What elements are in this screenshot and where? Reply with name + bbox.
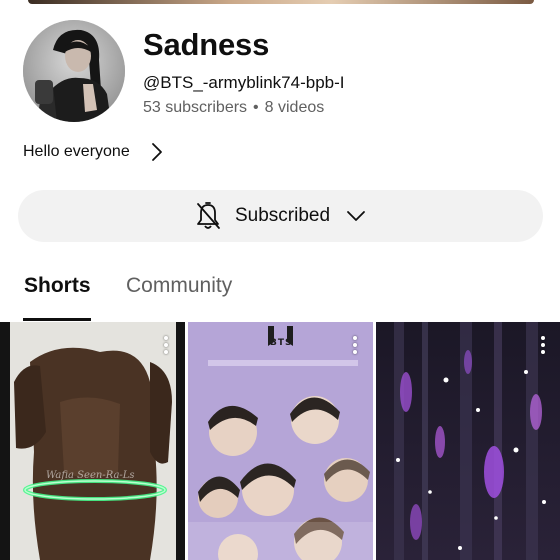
short-1-more-icon[interactable] (163, 336, 169, 354)
short-2-image (188, 322, 373, 560)
video-count: 8 videos (264, 99, 325, 116)
channel-tabs: Shorts Community (0, 262, 560, 322)
short-3-image (376, 322, 560, 560)
stats-separator: • (253, 99, 259, 116)
short-3-more-icon[interactable] (540, 336, 546, 354)
tab-shorts[interactable]: Shorts (24, 274, 91, 298)
channel-banner (28, 0, 534, 4)
channel-name: Sadness (143, 27, 270, 62)
short-1-image (0, 322, 185, 560)
channel-description: Hello everyone (23, 143, 130, 160)
subscriber-count: 53 subscribers (143, 99, 248, 116)
short-thumbnail-3[interactable] (376, 322, 560, 560)
avatar-image (23, 20, 125, 122)
channel-description-link[interactable]: Hello everyone (23, 140, 164, 164)
short-1-watermark: Wafia Seen-Ra-Ls (46, 470, 135, 481)
short-2-logo-text: BTS (270, 338, 293, 348)
active-tab-indicator (23, 318, 91, 321)
short-thumbnail-1[interactable]: Wafia Seen-Ra-Ls (0, 322, 185, 560)
avatar[interactable] (23, 20, 125, 122)
channel-handle: @BTS_-armyblink74-bpb-I (143, 73, 345, 92)
channel-stats: 53 subscribers • 8 videos (143, 99, 324, 117)
chevron-down-icon (347, 211, 365, 221)
subscribed-label: Subscribed (234, 205, 331, 226)
tab-community[interactable]: Community (126, 274, 232, 298)
subscribed-button[interactable]: Subscribed (18, 190, 543, 242)
bell-off-icon (197, 202, 220, 229)
chevron-right-icon (151, 143, 162, 161)
short-thumbnail-2[interactable]: BTS (188, 322, 373, 560)
short-2-more-icon[interactable] (352, 336, 358, 354)
shorts-grid: Wafia Seen-Ra-Ls BTS (0, 322, 560, 560)
